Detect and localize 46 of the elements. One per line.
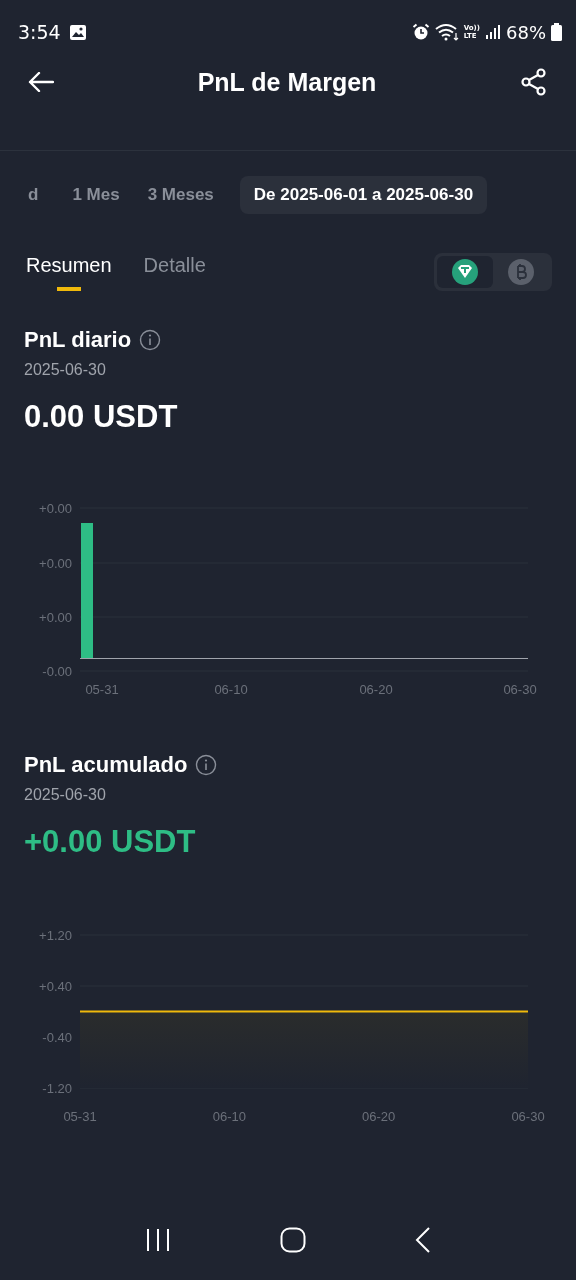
date-label: 2025-06-30: [24, 786, 107, 804]
tab[interactable]: Detalle: [143, 253, 206, 291]
axis-label: 06-30: [511, 1109, 545, 1124]
home-icon[interactable]: [280, 1227, 306, 1253]
period-tab[interactable]: d: [24, 176, 53, 214]
axis-label: +0.00: [39, 556, 72, 571]
period-tab[interactable]: 3 Meses: [133, 176, 228, 214]
axis-label: 05-31: [85, 682, 119, 697]
info-icon[interactable]: [139, 329, 162, 351]
back-icon[interactable]: [28, 72, 54, 92]
axis-label: 06-30: [503, 682, 537, 697]
tether-coin-button[interactable]: [437, 256, 493, 288]
axis-label: -1.20: [42, 1081, 72, 1096]
axis-label: -0.00: [42, 664, 72, 679]
signal-icon: [485, 24, 501, 40]
period-tab[interactable]: De 2025-06-01 a 2025-06-30: [239, 176, 488, 214]
pnl-value: 0.00 USDT: [24, 399, 179, 435]
axis-label: +0.40: [39, 979, 72, 994]
bitcoin-coin-icon: [508, 259, 534, 285]
tab[interactable]: Resumen: [26, 253, 112, 291]
alarm-icon: [411, 23, 430, 41]
tether-coin-icon: [452, 259, 478, 285]
date-label: 2025-06-30: [24, 361, 107, 379]
section-title: PnL acumulado: [24, 752, 188, 778]
section-title: PnL diario: [24, 327, 132, 353]
page-title: PnL de Margen: [197, 67, 377, 97]
period-tab[interactable]: 1 Mes: [58, 176, 134, 214]
gallery-icon: [68, 23, 87, 41]
axis-label: +0.00: [39, 610, 72, 625]
axis-label: 06-20: [362, 1109, 396, 1124]
share-icon[interactable]: [520, 68, 548, 96]
pnl-value: +0.00 USDT: [24, 824, 197, 860]
back-nav-icon[interactable]: [415, 1227, 432, 1253]
axis-label: +1.20: [39, 928, 72, 943]
axis-label: -0.40: [42, 1030, 72, 1045]
axis-label: 06-10: [214, 682, 248, 697]
status-time: 3:54: [18, 21, 61, 43]
axis-label: 06-10: [212, 1109, 246, 1124]
battery-percent: 68%: [506, 21, 546, 43]
axis-label: +0.00: [39, 501, 72, 516]
battery-icon: [551, 23, 562, 41]
wifi-icon: [434, 23, 459, 41]
axis-label: 06-20: [359, 682, 393, 697]
axis-label: 05-31: [63, 1109, 97, 1124]
info-icon[interactable]: [195, 754, 218, 776]
recents-icon[interactable]: [144, 1228, 171, 1252]
